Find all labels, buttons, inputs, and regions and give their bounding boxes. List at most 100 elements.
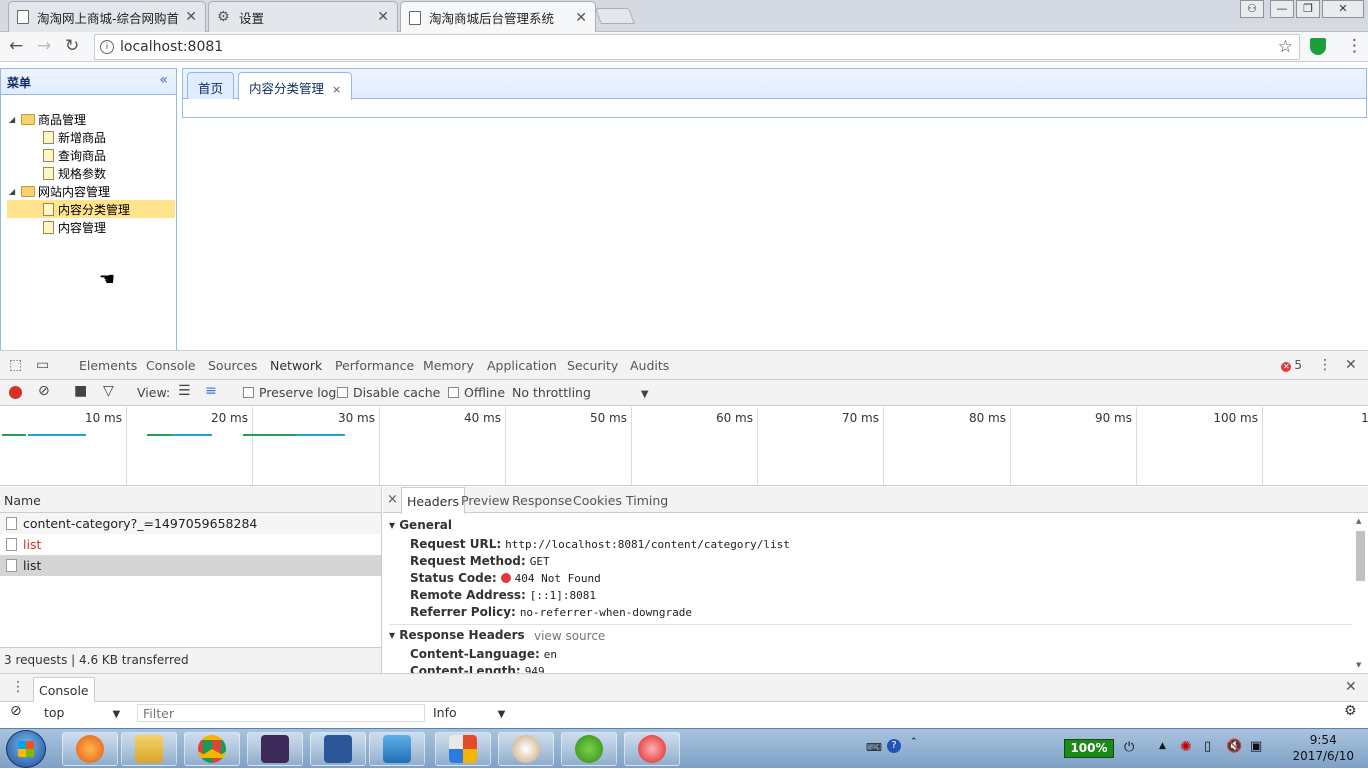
tab-elements[interactable]: Elements: [79, 358, 137, 373]
new-tab-button[interactable]: [595, 8, 635, 24]
throttling-select[interactable]: No throttling ▼: [512, 385, 649, 400]
firefox-icon[interactable]: [62, 732, 118, 766]
tab-headers[interactable]: Headers: [401, 487, 466, 514]
tab-performance[interactable]: Performance: [335, 358, 414, 373]
browser-tab-admin[interactable]: 淘淘商城后台管理系统 ✕: [400, 1, 596, 33]
chrome-icon[interactable]: [184, 732, 240, 766]
paint-icon[interactable]: [498, 732, 554, 766]
battery-indicator[interactable]: 100%: [1064, 739, 1114, 758]
tree-item-content-manage[interactable]: 内容管理: [7, 218, 175, 236]
detail-scrollbar[interactable]: ▲ ▼: [1354, 517, 1366, 669]
tree-item-add-product[interactable]: 新增商品: [7, 128, 175, 146]
tab-content-category[interactable]: 内容分类管理 ×: [238, 72, 353, 100]
inspect-element-icon[interactable]: ⬚: [9, 357, 22, 373]
device-toolbar-icon[interactable]: ▭: [36, 357, 49, 373]
tree-folder-product[interactable]: ◢ 商品管理: [7, 110, 175, 128]
tree-folder-site-content[interactable]: ◢ 网站内容管理: [7, 182, 175, 200]
explorer-icon[interactable]: [121, 732, 177, 766]
tab-response[interactable]: Response: [512, 493, 572, 508]
back-icon[interactable]: ←: [9, 38, 23, 55]
browser-tab-mall[interactable]: 淘淘网上商城-综合网购首 ✕: [8, 1, 206, 32]
drawer-close-icon[interactable]: ✕: [1345, 679, 1357, 695]
show-hidden-icons[interactable]: ▲: [1159, 741, 1166, 751]
url-text[interactable]: localhost:8081: [120, 39, 223, 55]
capture-screenshots-icon[interactable]: ■: [74, 383, 87, 399]
request-row[interactable]: list: [0, 555, 381, 576]
bookmark-star-icon[interactable]: ☆: [1278, 37, 1293, 57]
green-app-icon[interactable]: [561, 732, 617, 766]
scroll-up-icon[interactable]: ▲: [1356, 517, 1361, 525]
shield-extension-icon[interactable]: [1310, 38, 1326, 55]
device-icon[interactable]: ▯: [1204, 739, 1211, 754]
clear-console-icon[interactable]: ⊘: [10, 703, 22, 719]
close-icon[interactable]: ✕: [377, 9, 389, 25]
list-view-icon[interactable]: ☰: [178, 383, 191, 399]
word-icon[interactable]: [310, 732, 366, 766]
record-button[interactable]: [9, 386, 22, 402]
tab-sources[interactable]: Sources: [208, 358, 257, 373]
minimize-button[interactable]: —: [1270, 0, 1294, 18]
network-icon[interactable]: ▣: [1250, 739, 1262, 754]
level-select[interactable]: Info ▼: [433, 705, 505, 720]
filter-icon[interactable]: ▽: [103, 383, 114, 399]
tab-security[interactable]: Security: [567, 358, 618, 373]
view-source-link[interactable]: view source: [534, 629, 605, 643]
menu-dots-icon[interactable]: ⋮: [1346, 38, 1363, 55]
devtools-menu-icon[interactable]: ⋮: [1318, 357, 1332, 373]
eclipse-ide-icon[interactable]: [247, 732, 303, 766]
tab-memory[interactable]: Memory: [423, 358, 474, 373]
tab-close-icon[interactable]: ×: [332, 83, 341, 96]
reload-icon[interactable]: ↻: [65, 38, 79, 55]
close-window-button[interactable]: ✕: [1322, 0, 1364, 18]
scroll-thumb[interactable]: [1356, 531, 1365, 581]
console-filter-input[interactable]: [137, 704, 425, 722]
drawer-menu-icon[interactable]: ⋮: [11, 679, 25, 695]
clear-icon[interactable]: ⊘: [38, 383, 50, 399]
console-settings-icon[interactable]: ⚙: [1344, 703, 1357, 719]
column-header-name[interactable]: Name: [0, 487, 381, 513]
tab-preview[interactable]: Preview: [461, 493, 510, 508]
expand-triangle-icon[interactable]: ◢: [9, 187, 19, 196]
clock[interactable]: 9:54 2017/6/10: [1292, 732, 1354, 764]
devtools-close-icon[interactable]: ✕: [1345, 357, 1357, 373]
request-row[interactable]: list: [0, 534, 381, 555]
tab-audits[interactable]: Audits: [630, 358, 669, 373]
disable-cache-checkbox[interactable]: Disable cache: [337, 385, 440, 400]
tab-network[interactable]: Network: [270, 358, 323, 382]
network-tool-icon[interactable]: [369, 732, 425, 766]
tree-item-content-category[interactable]: 内容分类管理: [7, 200, 175, 218]
office-icon[interactable]: [435, 732, 491, 766]
profile-icon[interactable]: ⚇: [1240, 0, 1264, 18]
tab-timing[interactable]: Timing: [626, 493, 668, 508]
drawer-tab-console[interactable]: Console: [33, 677, 95, 702]
help-icon[interactable]: ?: [887, 739, 901, 753]
start-button[interactable]: [6, 730, 46, 768]
request-row[interactable]: content-category?_=1497059658284: [0, 513, 381, 534]
restore-button[interactable]: ❐: [1296, 0, 1320, 18]
power-plug-icon[interactable]: ⏻: [1124, 740, 1134, 755]
keyboard-icon[interactable]: ⌨: [866, 741, 882, 754]
info-icon[interactable]: i: [100, 40, 114, 54]
preserve-log-checkbox[interactable]: Preserve log: [243, 385, 336, 400]
expand-triangle-icon[interactable]: ◢: [9, 115, 19, 124]
address-bar[interactable]: i localhost:8081 ☆: [94, 34, 1300, 60]
close-icon[interactable]: ✕: [575, 10, 587, 26]
detail-close-icon[interactable]: ×: [387, 492, 398, 507]
waterfall-view-icon[interactable]: ≡: [205, 383, 217, 399]
tree-item-query-product[interactable]: 查询商品: [7, 146, 175, 164]
error-counter[interactable]: ✕ 5: [1281, 358, 1302, 372]
volume-muted-icon[interactable]: 🔇: [1226, 739, 1242, 754]
tab-cookies[interactable]: Cookies: [573, 493, 622, 508]
snail-app-icon[interactable]: [624, 732, 680, 766]
collapse-icon[interactable]: «: [159, 72, 168, 88]
browser-tab-settings[interactable]: ⚙ 设置 ✕: [208, 1, 398, 32]
scroll-down-icon[interactable]: ▼: [1356, 661, 1361, 669]
context-select[interactable]: top ▼: [44, 705, 120, 720]
offline-checkbox[interactable]: Offline: [448, 385, 505, 400]
antivirus-icon[interactable]: ✺: [1180, 739, 1192, 755]
tab-home[interactable]: 首页: [187, 72, 235, 99]
general-section-toggle[interactable]: ▾ General: [389, 518, 452, 532]
tree-item-spec-params[interactable]: 规格参数: [7, 164, 175, 182]
tab-application[interactable]: Application: [487, 358, 557, 373]
tab-console[interactable]: Console: [146, 358, 196, 373]
